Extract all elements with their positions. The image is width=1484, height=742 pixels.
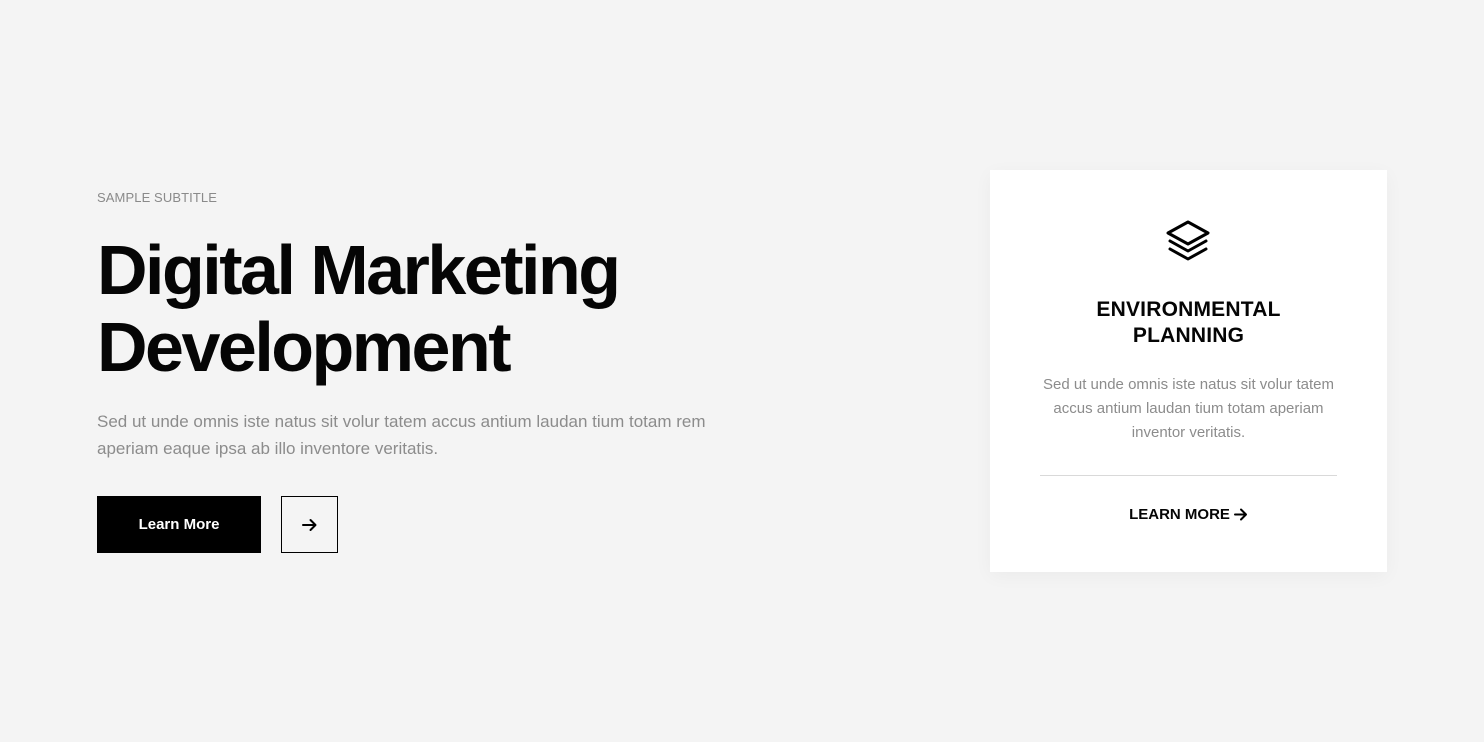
hero-subtitle: SAMPLE SUBTITLE [97,190,217,205]
card-divider [1040,475,1337,476]
hero-section: SAMPLE SUBTITLE Digital Marketing Develo… [97,188,737,553]
learn-more-button[interactable]: Learn More [97,496,261,553]
service-card: ENVIRONMENTAL PLANNING Sed ut unde omnis… [990,170,1387,572]
hero-headline-line-2: Development [97,308,512,386]
arrow-right-icon [1233,508,1247,521]
arrow-right-icon [301,518,316,531]
hero-headline: Digital Marketing Development [97,232,737,386]
hero-headline-line-1: Digital Marketing [97,231,621,309]
layers-icon [1164,218,1212,266]
card-link-label: LEARN MORE [1129,506,1230,523]
card-description: Sed ut unde omnis iste natus sit volur t… [1043,376,1334,441]
hero-description: Sed ut unde omnis iste natus sit volur t… [97,412,706,458]
card-title: ENVIRONMENTAL PLANNING [990,297,1387,349]
hero-actions: Learn More [97,496,737,553]
arrow-button[interactable] [281,496,338,553]
card-title-line-1: ENVIRONMENTAL [1096,298,1281,321]
card-learn-more-link[interactable]: LEARN MORE [990,506,1387,523]
card-title-line-2: PLANNING [1132,324,1245,347]
